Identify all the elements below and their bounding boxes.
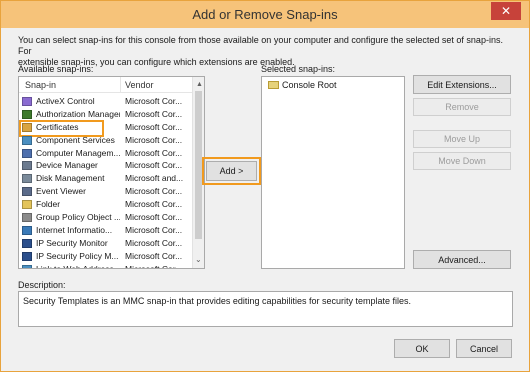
snapin-row[interactable]: Computer Managem... Microsoft Cor... <box>19 147 193 160</box>
available-snapins-label: Available snap-ins: <box>18 64 94 74</box>
snapin-vendor: Microsoft Cor... <box>125 186 183 197</box>
snapin-row[interactable]: Folder Microsoft Cor... <box>19 198 193 211</box>
description-label: Description: <box>18 280 66 290</box>
snapin-rows: ActiveX Control Microsoft Cor... Authoriza… <box>19 95 193 269</box>
snapin-vendor: Microsoft Cor... <box>125 237 183 248</box>
snapin-vendor: Microsoft Cor... <box>125 96 183 106</box>
selected-snapins-list[interactable]: Console Root <box>261 76 405 269</box>
snapin-name: Authorization Manager <box>36 108 120 119</box>
snapin-row[interactable]: Component Services Microsoft Cor... <box>19 134 193 147</box>
computer-management-icon <box>22 148 32 158</box>
move-up-button[interactable]: Move Up <box>413 130 511 148</box>
snapin-name: IP Security Policy M... <box>36 250 119 261</box>
snapin-row[interactable]: Link to Web Address Microsoft Cor... <box>19 263 193 269</box>
snapin-row[interactable]: IP Security Monitor Microsoft Cor... <box>19 237 193 250</box>
scroll-up-icon[interactable]: ▲ <box>196 81 203 88</box>
link-icon <box>22 264 32 268</box>
snapin-name: Component Services <box>36 134 115 145</box>
certificate-icon <box>22 122 32 132</box>
ip-policy-icon <box>22 251 32 261</box>
snapin-row[interactable]: Group Policy Object ... Microsoft Cor... <box>19 211 193 224</box>
snapin-name: IP Security Monitor <box>36 237 108 248</box>
authorization-icon <box>22 109 32 119</box>
intro-line-1: You can select snap-ins for this console… <box>18 35 503 56</box>
add-remove-snapins-dialog: Add or Remove Snap-ins ✕ You can select … <box>0 0 530 372</box>
scrollbar-thumb[interactable] <box>195 91 202 239</box>
snapin-row[interactable]: IP Security Policy M... Microsoft Cor... <box>19 250 193 263</box>
move-down-button[interactable]: Move Down <box>413 152 511 170</box>
snapin-row[interactable]: Internet Informatio... Microsoft Cor... <box>19 224 193 237</box>
snapin-vendor: Microsoft Cor... <box>125 224 183 235</box>
device-manager-icon <box>22 161 32 171</box>
snapin-name: ActiveX Control <box>36 96 95 106</box>
snapin-name: Event Viewer <box>36 186 86 197</box>
component-icon <box>22 135 32 145</box>
group-policy-icon <box>22 213 32 223</box>
event-viewer-icon <box>22 187 32 197</box>
snapin-name: Group Policy Object ... <box>36 212 120 223</box>
description-text: Security Templates is an MMC snap-in tha… <box>23 296 412 306</box>
snapin-vendor: Microsoft Cor... <box>125 134 183 145</box>
snapin-row[interactable]: Device Manager Microsoft Cor... <box>19 159 193 172</box>
snapin-row[interactable]: Certificates Microsoft Cor... <box>19 119 193 137</box>
snapin-vendor: Microsoft Cor... <box>125 199 183 210</box>
advanced-button[interactable]: Advanced... <box>413 250 511 269</box>
add-button-highlight <box>202 157 261 185</box>
close-button[interactable]: ✕ <box>491 2 521 20</box>
snapin-name: Link to Web Address <box>36 263 114 269</box>
selected-snapins-label: Selected snap-ins: <box>261 64 336 74</box>
description-box: Security Templates is an MMC snap-in tha… <box>18 291 513 327</box>
selected-item[interactable]: Console Root <box>268 80 337 90</box>
snapin-vendor: Microsoft Cor... <box>125 212 183 223</box>
edit-extensions-button[interactable]: Edit Extensions... <box>413 75 511 94</box>
snapin-vendor: Microsoft Cor... <box>125 263 183 269</box>
title-bar[interactable]: Add or Remove Snap-ins ✕ <box>1 1 529 28</box>
cancel-button[interactable]: Cancel <box>456 339 512 358</box>
snapin-row[interactable]: Event Viewer Microsoft Cor... <box>19 185 193 198</box>
column-header-vendor[interactable]: Vendor <box>125 80 154 90</box>
ip-security-icon <box>22 238 32 248</box>
activex-icon <box>22 97 32 106</box>
snapin-vendor: Microsoft Cor... <box>125 250 183 261</box>
snapin-row[interactable]: ActiveX Control Microsoft Cor... <box>19 95 193 108</box>
list-header: Snap-in Vendor <box>19 77 193 93</box>
snapin-vendor: Microsoft Cor... <box>125 108 183 119</box>
folder-icon <box>268 81 279 89</box>
column-separator[interactable] <box>120 77 121 93</box>
snapin-vendor: Microsoft Cor... <box>125 121 183 132</box>
snapin-row[interactable]: Disk Management Microsoft and... <box>19 172 193 185</box>
snapin-vendor: Microsoft Cor... <box>125 160 183 171</box>
snapin-name: Internet Informatio... <box>36 224 113 235</box>
snapin-name: Folder <box>36 199 61 210</box>
remove-button[interactable]: Remove <box>413 98 511 116</box>
snapin-name: Device Manager <box>36 160 98 171</box>
console-root-label: Console Root <box>282 80 337 90</box>
dialog-title: Add or Remove Snap-ins <box>192 7 338 22</box>
snapin-name: Certificates <box>36 121 79 132</box>
available-snapins-list[interactable]: Snap-in Vendor ActiveX Control Microsoft … <box>18 76 205 269</box>
disk-icon <box>22 174 32 184</box>
folder-icon <box>22 200 32 210</box>
column-header-snapin[interactable]: Snap-in <box>25 80 56 90</box>
snapin-name: Disk Management <box>36 173 105 184</box>
scroll-down-icon[interactable]: ⌄ <box>195 255 202 264</box>
iis-icon <box>22 225 32 235</box>
ok-button[interactable]: OK <box>394 339 450 358</box>
snapin-vendor: Microsoft and... <box>125 173 184 184</box>
snapin-name: Computer Managem... <box>36 147 120 158</box>
snapin-vendor: Microsoft Cor... <box>125 147 183 158</box>
